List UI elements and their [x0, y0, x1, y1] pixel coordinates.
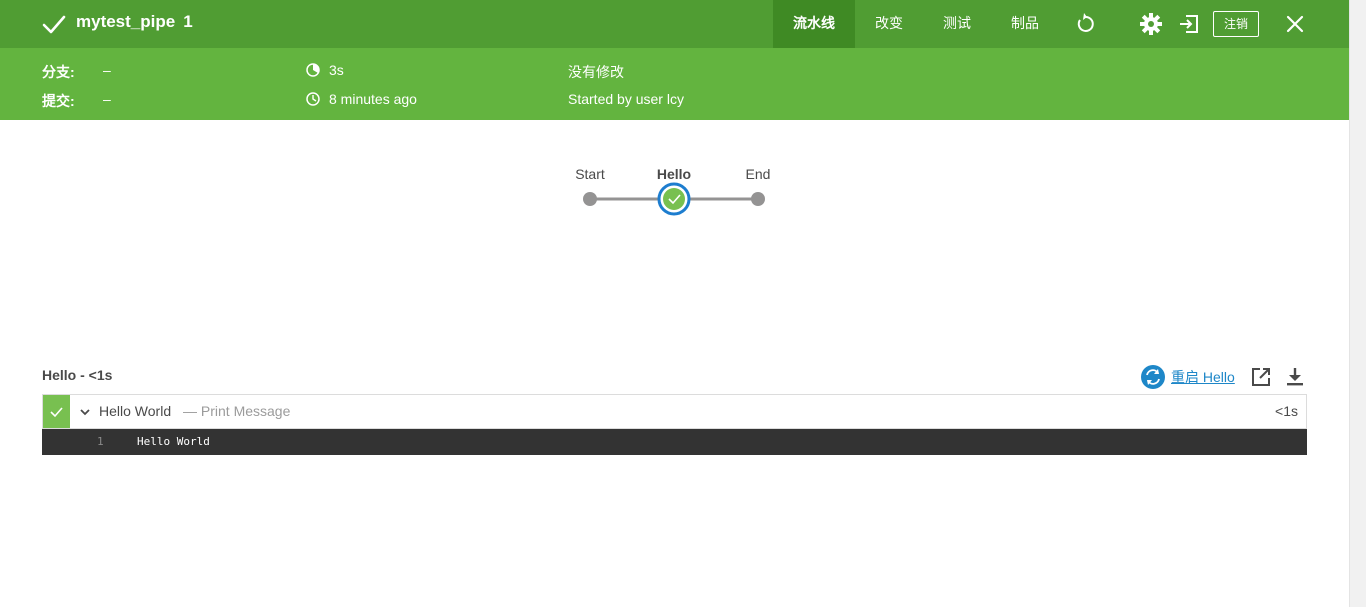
- stage-label-end: End: [745, 166, 771, 182]
- top-header: mytest_pipe 1 流水线 改变 测试 制品 注销: [0, 0, 1349, 48]
- chevron-down-icon[interactable]: [79, 406, 91, 418]
- step-name: Hello World: [99, 403, 172, 419]
- tab-pipeline[interactable]: 流水线: [773, 0, 855, 48]
- branch-label: 分支:: [42, 64, 75, 80]
- stage-label-hello[interactable]: Hello: [644, 166, 704, 182]
- tab-changes[interactable]: 改变: [859, 0, 919, 48]
- stage-node-hello[interactable]: [657, 182, 691, 216]
- step-duration: <1s: [1275, 403, 1298, 419]
- clock-icon: [306, 92, 320, 106]
- step-check-icon: [50, 407, 63, 418]
- success-check-icon: [42, 15, 66, 34]
- rerun-icon[interactable]: [1073, 12, 1097, 36]
- pipeline-graph: Start Hello End: [560, 160, 790, 220]
- commit-label: 提交:: [42, 93, 75, 109]
- open-in-new-icon[interactable]: [1250, 366, 1272, 388]
- duration-value: 3s: [329, 62, 344, 78]
- stage-detail-title: Hello - <1s: [42, 367, 113, 383]
- log-line-number: 1: [97, 435, 104, 448]
- step-row[interactable]: Hello World — Print Message <1s: [42, 394, 1307, 429]
- commit-value: –: [103, 91, 111, 107]
- restart-stage-link[interactable]: 重启 Hello: [1140, 364, 1235, 390]
- restart-stage-label[interactable]: 重启 Hello: [1171, 367, 1235, 387]
- step-description: — Print Message: [183, 403, 291, 419]
- logout-button[interactable]: 注销: [1213, 11, 1259, 37]
- stage-label-start: Start: [575, 166, 605, 182]
- step-status-success: [43, 395, 70, 428]
- classic-ui-icon[interactable]: [1177, 12, 1201, 36]
- page-title: mytest_pipe 1: [76, 12, 193, 32]
- branch-value: –: [103, 62, 111, 78]
- duration-icon: [306, 63, 320, 77]
- pipeline-name: mytest_pipe: [76, 12, 176, 31]
- changes-summary: 没有修改: [568, 64, 624, 80]
- close-icon[interactable]: [1283, 12, 1307, 36]
- tab-artifacts[interactable]: 制品: [995, 0, 1055, 48]
- log-line-text: Hello World: [137, 435, 210, 448]
- download-icon[interactable]: [1284, 366, 1306, 388]
- run-number: 1: [183, 12, 193, 31]
- time-ago: 8 minutes ago: [329, 91, 417, 107]
- page-scrollbar[interactable]: [1349, 0, 1366, 607]
- started-by: Started by user lcy: [568, 91, 684, 107]
- gear-icon[interactable]: [1139, 12, 1163, 36]
- run-info-bar: 分支: – 提交: – 3s 8 minutes ago 没有修改 Starte…: [0, 48, 1349, 120]
- restart-icon: [1141, 365, 1165, 389]
- tab-tests[interactable]: 测试: [927, 0, 987, 48]
- stage-node-start: [583, 192, 597, 206]
- step-log-output: 1 Hello World: [42, 429, 1307, 455]
- pipeline-graph-svg: [583, 182, 765, 216]
- stage-node-end: [751, 192, 765, 206]
